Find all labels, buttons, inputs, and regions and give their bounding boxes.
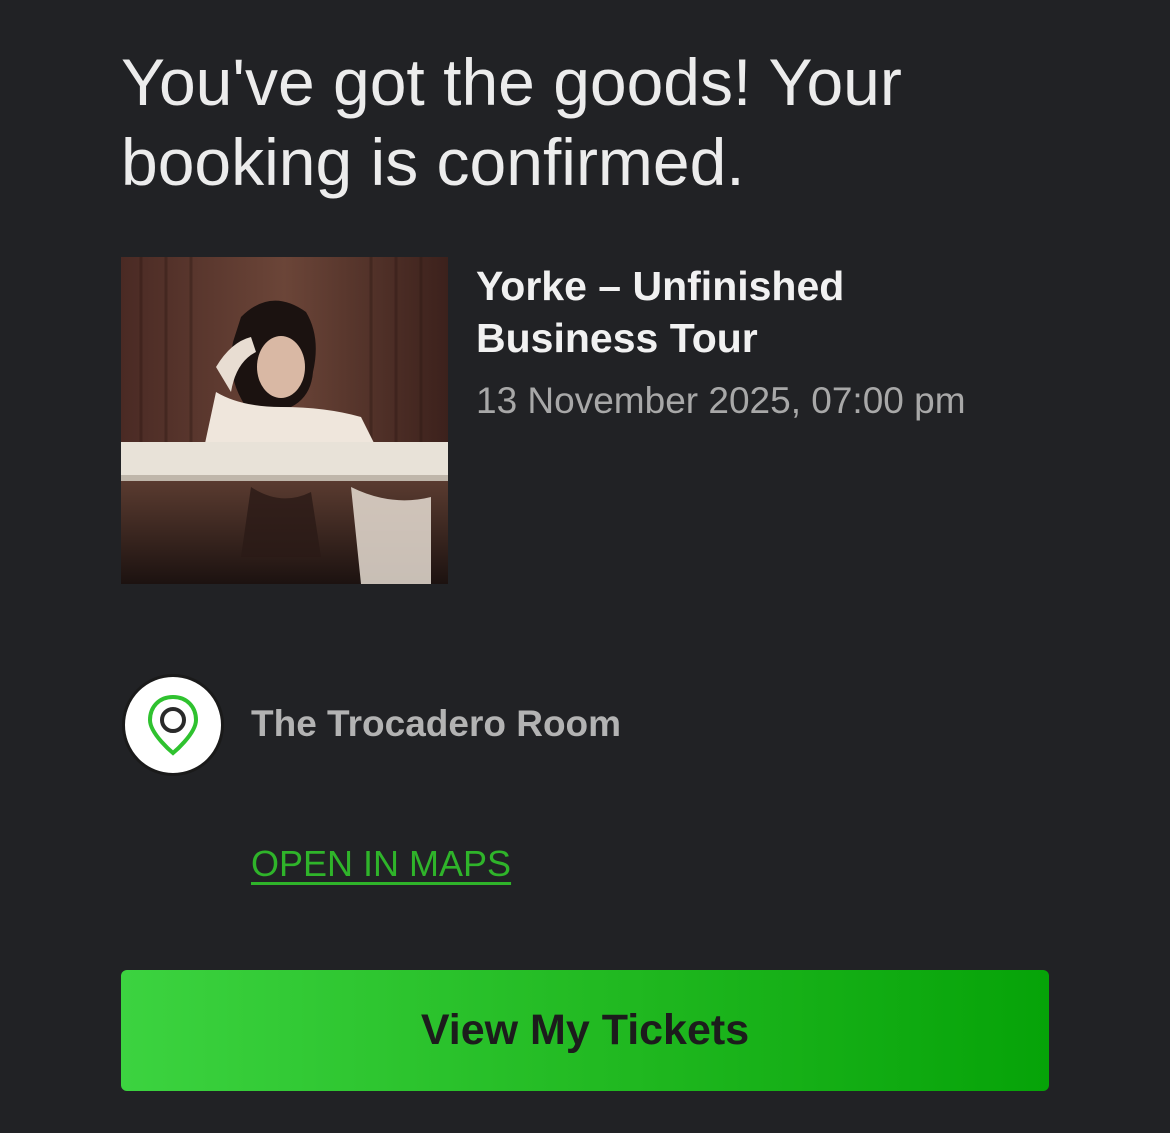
confirmation-headline: You've got the goods! Your booking is co… [121,45,902,199]
view-my-tickets-button[interactable]: View My Tickets [121,970,1049,1091]
artist-photo [121,257,448,584]
venue-name: The Trocadero Room [251,703,622,744]
open-in-maps-link[interactable]: OPEN IN MAPS [251,842,511,886]
event-title: Yorke – Unfinished Business Tour [476,263,845,361]
event-datetime: 13 November 2025, 07:00 pm [476,380,966,421]
event-image [121,257,448,584]
map-pin-icon [122,674,224,776]
location-pin-graphic [147,694,199,756]
